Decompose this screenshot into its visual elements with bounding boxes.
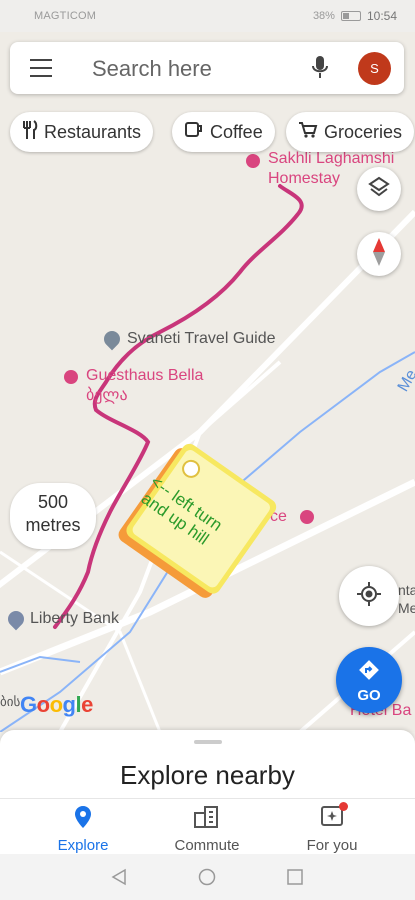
chip-label: Groceries (324, 121, 403, 142)
poi-partial-left: ბის (0, 694, 21, 709)
status-bar: MAGTICOM 38% 10:54 (0, 0, 415, 32)
chip-label: Restaurants (44, 121, 142, 142)
battery-icon (340, 11, 361, 21)
home-icon[interactable] (198, 868, 216, 891)
battery-percent: 38% (312, 10, 335, 22)
go-label: GO (357, 687, 381, 704)
guesthaus-name-2: ბელა (86, 387, 128, 404)
tab-explore[interactable]: Explore (33, 805, 133, 854)
chip-coffee[interactable]: Coffee (172, 112, 275, 152)
search-input[interactable]: Search here (92, 56, 212, 82)
cart-icon (298, 121, 318, 144)
google-logo: Google (20, 692, 93, 717)
chip-label: Coffee (210, 121, 263, 142)
poi-partial-right-1: nta (398, 582, 415, 598)
poi-partial-right-2: Me (398, 600, 415, 616)
search-bar[interactable]: Search here S (10, 42, 404, 94)
tab-explore-label: Explore (57, 837, 109, 854)
scale-unit: metres (25, 515, 81, 535)
sheet-handle[interactable] (194, 740, 222, 744)
notification-dot (339, 802, 348, 811)
system-nav-bar (0, 854, 415, 900)
guesthaus-name-1: Guesthaus Bella (86, 367, 204, 384)
tab-for-you[interactable]: For you (282, 802, 382, 854)
compass-button[interactable] (357, 232, 401, 276)
carrier-name: MAGTICOM (34, 10, 97, 22)
menu-icon[interactable] (30, 59, 52, 77)
tab-commute[interactable]: Commute (157, 805, 257, 854)
status-icons: 38% 10:54 (313, 9, 397, 23)
layers-button[interactable] (357, 167, 401, 211)
microphone-icon[interactable] (310, 55, 330, 86)
buildings-icon (193, 806, 221, 833)
my-location-icon (356, 581, 382, 612)
clock: 10:54 (366, 9, 397, 23)
liberty-name: Liberty Bank (30, 610, 119, 627)
compass-icon (371, 237, 387, 272)
go-button[interactable]: GO (336, 647, 402, 713)
chip-groceries[interactable]: Groceries (286, 112, 415, 152)
my-location-button[interactable] (339, 566, 399, 626)
fork-knife-icon (22, 119, 38, 145)
explore-sheet[interactable]: Explore nearby (0, 730, 415, 800)
homestay-pin-icon (246, 154, 260, 168)
sparkle-icon (320, 802, 348, 833)
svaneti-name: Svaneti Travel Guide (127, 330, 276, 347)
location-pin-icon (74, 806, 92, 833)
explore-title: Explore nearby (120, 760, 295, 790)
scale-value: 500 (37, 492, 69, 512)
tab-commute-label: Commute (174, 837, 240, 854)
homestay-name-2: Homestay (268, 170, 341, 187)
account-avatar[interactable]: S (358, 52, 391, 85)
chip-restaurants[interactable]: Restaurants (10, 112, 154, 152)
coffee-cup-icon (184, 121, 204, 144)
category-chips: Restaurants Coffee Groceries (10, 112, 415, 154)
bottom-nav: Explore Commute For you (0, 798, 415, 855)
back-icon[interactable] (110, 868, 128, 891)
recents-icon[interactable] (286, 868, 304, 891)
tab-for-you-label: For you (306, 837, 358, 854)
pin-partial-icon (300, 510, 314, 524)
guesthaus-pin-icon (64, 370, 78, 384)
scale-bubble: 500 metres (10, 483, 96, 549)
directions-icon (358, 659, 380, 686)
layers-icon (368, 176, 390, 203)
